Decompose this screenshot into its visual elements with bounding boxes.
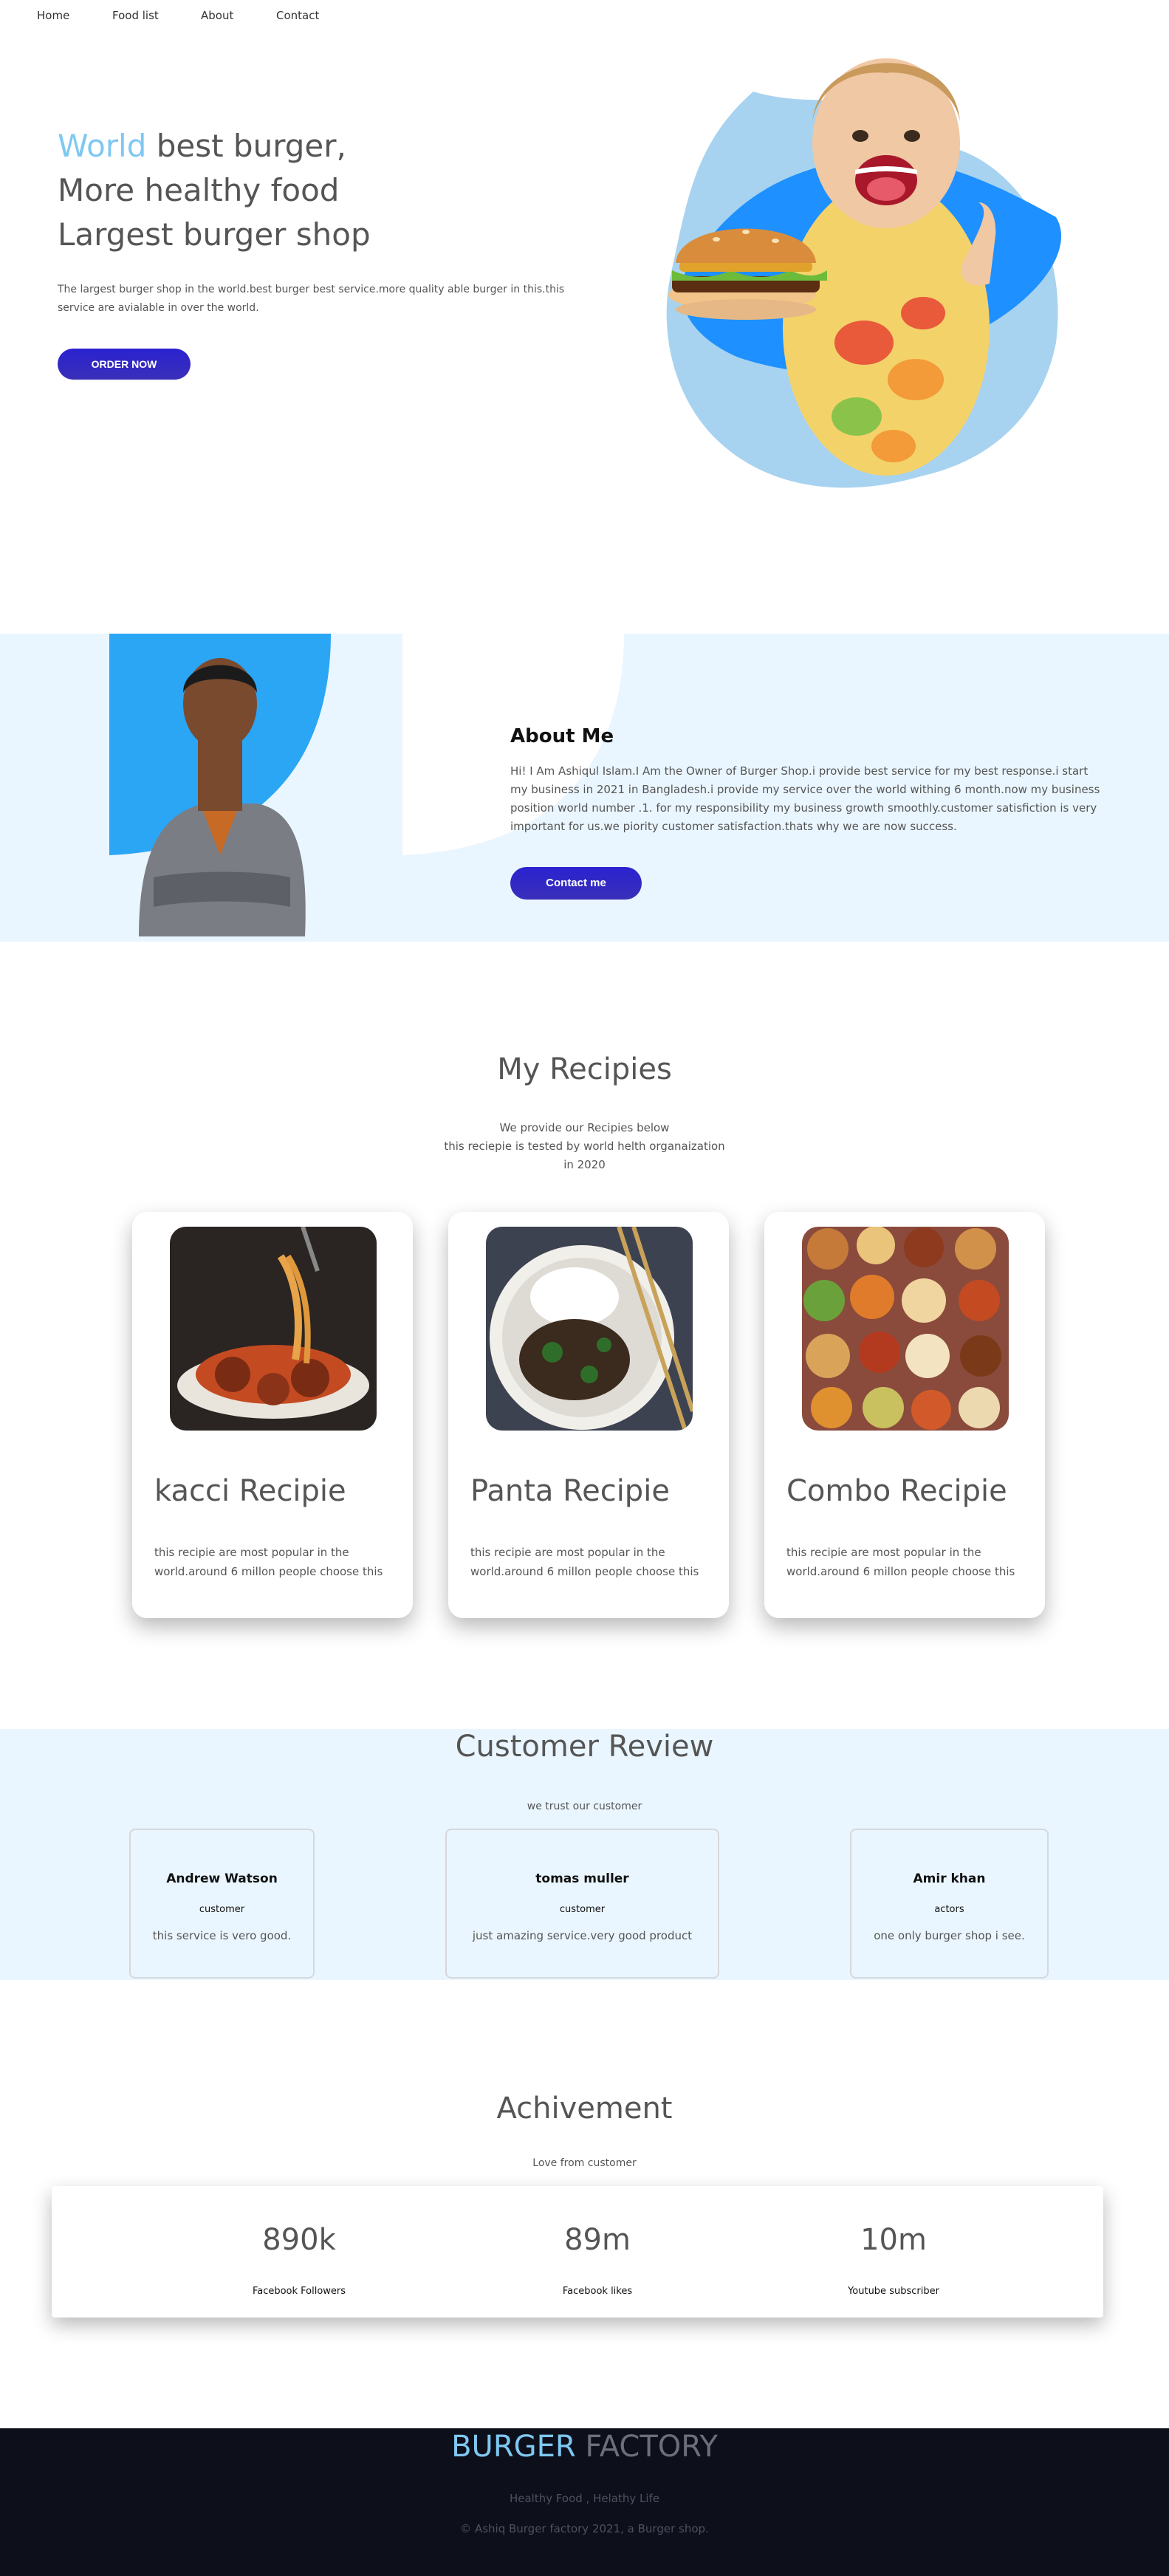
recipes-subtitle-line: We provide our Recipies below: [499, 1121, 670, 1134]
reviewer-role: actors: [934, 1904, 964, 1915]
recipes-subtitle-line: in 2020: [563, 1158, 606, 1171]
review-text: just amazing service.very good product: [472, 1929, 693, 1942]
reviewer-role: customer: [199, 1904, 245, 1915]
stat-value: 89m: [564, 2223, 631, 2257]
review-card: Andrew Watson customer this service is v…: [129, 1829, 315, 1979]
hero-title-line2: More healthy food: [58, 172, 340, 208]
recipe-card-text: this recipie are most popular in the wor…: [786, 1546, 1015, 1578]
reviewer-name: Amir khan: [913, 1871, 986, 1886]
hero-illustration: [666, 58, 1062, 488]
nav-food-list[interactable]: Food list: [112, 9, 159, 22]
stat-value: 10m: [860, 2223, 927, 2257]
achievement-title: Achivement: [496, 2092, 673, 2125]
bowls-image: [802, 1227, 1009, 1431]
footer-brand: BURGER FACTORY: [0, 2430, 1169, 2464]
recipe-card-title: kacci Recipie: [154, 1474, 346, 1508]
hero-title-line1: best burger,: [146, 128, 346, 164]
stat-label: Youtube subscriber: [848, 2286, 939, 2297]
stat-label: Facebook likes: [562, 2286, 633, 2297]
recipes-title: My Recipies: [497, 1052, 672, 1086]
recipe-card[interactable]: kacci Recipie this recipie are most popu…: [132, 1212, 413, 1618]
reviews-title: Customer Review: [455, 1730, 714, 1764]
reviewer-name: Andrew Watson: [166, 1871, 278, 1886]
achievement-subtitle: Love from customer: [532, 2157, 637, 2169]
review-card: Amir khan actors one only burger shop i …: [850, 1829, 1049, 1979]
footer-tagline: Healthy Food , Helathy Life: [509, 2492, 660, 2505]
owner-photo: [109, 634, 331, 936]
review-text: one only burger shop i see.: [874, 1929, 1025, 1942]
hero-description: The largest burger shop in the world.bes…: [58, 284, 565, 314]
contact-me-button[interactable]: Contact me: [510, 867, 642, 900]
hero-title-accent: World: [58, 128, 147, 164]
nav-contact[interactable]: Contact: [276, 9, 319, 22]
stat-value: 890k: [262, 2223, 336, 2257]
nav-home[interactable]: Home: [37, 9, 69, 22]
footer-brand-part2: FACTORY: [575, 2430, 718, 2464]
hero-title: World best burger, More healthy food Lar…: [58, 124, 371, 257]
about-text: Hi! I Am Ashiqul Islam.I Am the Owner of…: [510, 764, 1100, 833]
recipes-subtitle: We provide our Recipies below this recie…: [0, 1119, 1169, 1174]
footer-copyright: © Ashiq Burger factory 2021, a Burger sh…: [460, 2522, 709, 2535]
recipe-card[interactable]: Panta Recipie this recipie are most popu…: [448, 1212, 729, 1618]
reviewer-role: customer: [559, 1904, 606, 1915]
reviewer-name: tomas muller: [535, 1871, 629, 1886]
hero-title-line3: Largest burger shop: [58, 216, 371, 253]
achievement-box: 890k Facebook Followers 89m Facebook lik…: [52, 2186, 1103, 2318]
about-title: About Me: [510, 725, 614, 747]
recipe-card-text: this recipie are most popular in the wor…: [154, 1546, 383, 1578]
spaghetti-image: [170, 1227, 377, 1431]
review-card: tomas muller customer just amazing servi…: [445, 1829, 719, 1979]
stat-label: Facebook Followers: [252, 2286, 346, 2297]
reviews-subtitle: we trust our customer: [527, 1801, 642, 1812]
rice-dish-image: [486, 1227, 693, 1431]
recipe-card[interactable]: Combo Recipie this recipie are most popu…: [764, 1212, 1045, 1618]
recipe-card-title: Panta Recipie: [470, 1474, 670, 1508]
nav-about[interactable]: About: [201, 9, 233, 22]
recipe-card-title: Combo Recipie: [786, 1474, 1007, 1508]
order-now-button[interactable]: ORDER NOW: [58, 349, 191, 380]
footer-brand-part1: BURGER: [451, 2430, 576, 2464]
recipes-subtitle-line: this reciepie is tested by world helth o…: [444, 1140, 725, 1153]
top-nav: Home Food list About Contact: [0, 0, 1169, 32]
recipe-card-text: this recipie are most popular in the wor…: [470, 1546, 699, 1578]
review-text: this service is vero good.: [152, 1929, 292, 1942]
